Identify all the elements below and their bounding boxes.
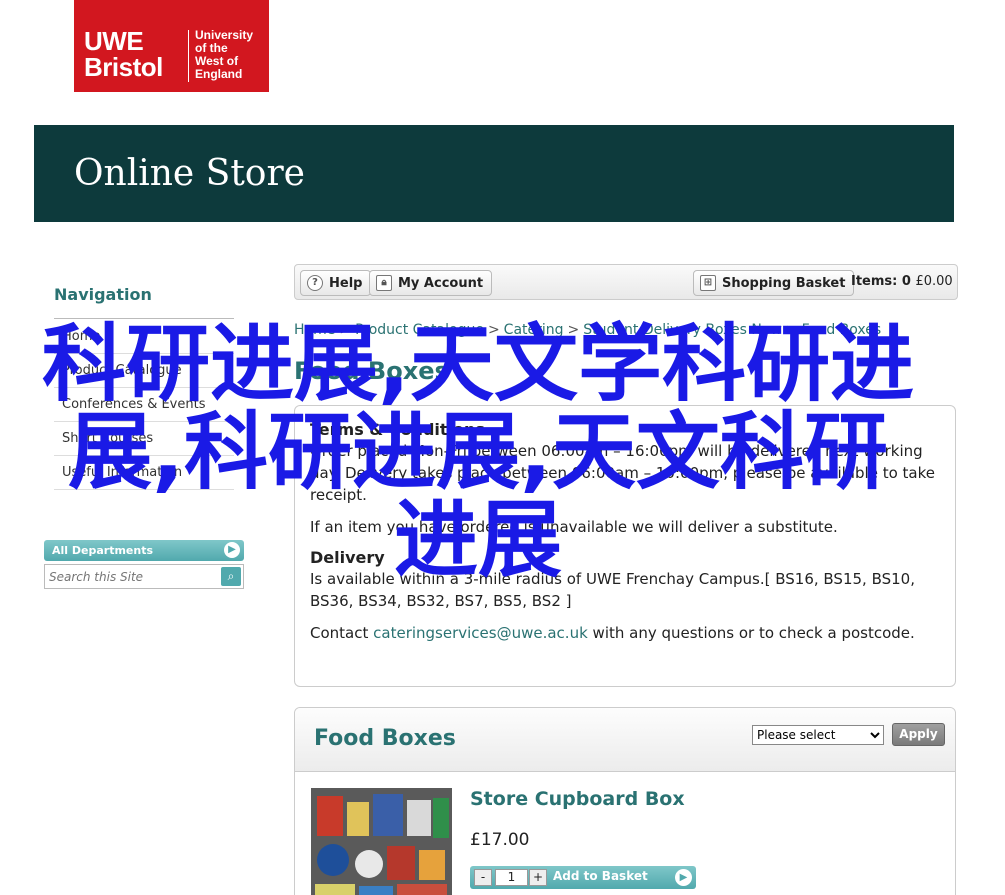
breadcrumb: Home > Product Catalogue > Catering > Student … (294, 322, 882, 338)
search-icon[interactable]: ⌕ (221, 567, 241, 586)
account-label: My Account (398, 275, 484, 291)
terms-text: Order placed Mon-Fri between 06:00am – 1… (310, 442, 935, 504)
chevron-right-icon: › (225, 432, 230, 445)
nav-divider (54, 318, 234, 319)
food-boxes-header: Food Boxes Please select Apply (295, 708, 955, 772)
help-button[interactable]: ? Help (300, 270, 372, 296)
quantity-input[interactable]: 1 (495, 869, 528, 886)
nav-item-product-catalogue[interactable]: Product Catalogue (54, 354, 234, 388)
breadcrumb-student-delivery[interactable]: Student Delivery Boxes New (583, 322, 782, 338)
product-photo (311, 788, 452, 895)
items-amount: £0.00 (915, 274, 953, 289)
departments-label: All Departments (52, 544, 154, 557)
arrow-right-icon: ▶ (224, 542, 240, 558)
decrease-quantity-button[interactable]: - (474, 869, 492, 886)
logo-wordmark: UWE Bristol (84, 26, 163, 82)
nav-item-label: Short Courses (62, 431, 154, 446)
nav-item-label: Conferences & Events (62, 397, 206, 412)
arrow-right-icon: ▶ (675, 869, 692, 886)
apply-button[interactable]: Apply (892, 723, 945, 746)
product-price: £17.00 (470, 830, 530, 850)
delivery-heading: Delivery (310, 548, 385, 567)
nav-item-short-courses[interactable]: Short Courses › (54, 422, 234, 456)
question-icon: ? (307, 275, 323, 291)
increase-quantity-button[interactable]: + (529, 869, 547, 886)
store-banner: Online Store (34, 125, 954, 222)
items-count: 0 (901, 274, 911, 289)
substitute-text: If an item you have ordered is unavailab… (310, 518, 838, 536)
add-to-basket-button[interactable]: Add to Basket (553, 869, 648, 883)
nav-item-conferences[interactable]: Conferences & Events (54, 388, 234, 422)
sort-select[interactable]: Please select (752, 725, 884, 745)
product-name[interactable]: Store Cupboard Box (470, 788, 685, 810)
store-toolbar: ? Help 🔒︎ My Account ⊞ Shopping Basket I… (294, 264, 958, 300)
delivery-text: Is available within a 3-mile radius of U… (310, 570, 915, 610)
items-label: Items: (851, 274, 898, 289)
contact-email-link[interactable]: cateringservices@uwe.ac.uk (373, 624, 588, 642)
breadcrumb-catering[interactable]: Catering (504, 322, 564, 338)
nav-item-label: Home (62, 329, 101, 344)
info-panel: Terms & Conditions Order placed Mon-Fri … (294, 405, 956, 687)
food-boxes-title: Food Boxes (314, 726, 456, 751)
help-label: Help (329, 275, 363, 291)
add-to-basket-row: - 1 + Add to Basket ▶ (470, 866, 696, 889)
nav-item-label: Product Catalogue (62, 363, 182, 378)
nav-item-label: Useful Information (62, 465, 183, 480)
lock-icon: 🔒︎ (376, 275, 392, 291)
terms-heading: Terms & Conditions (310, 420, 485, 439)
all-departments-dropdown[interactable]: All Departments ▶ (44, 540, 244, 561)
contact-text: Contact cateringservices@uwe.ac.uk with … (310, 624, 915, 642)
nav-item-home[interactable]: Home (54, 320, 234, 354)
page-title: Food Boxes (294, 357, 449, 385)
basket-label: Shopping Basket (722, 275, 846, 291)
nav-item-useful-information[interactable]: Useful Information (54, 456, 234, 490)
product-image[interactable] (311, 788, 452, 895)
my-account-button[interactable]: 🔒︎ My Account (369, 270, 493, 296)
store-title: Online Store (74, 153, 305, 194)
breadcrumb-food-boxes[interactable]: Food Boxes (802, 322, 882, 338)
nav-heading: Navigation (54, 285, 152, 304)
breadcrumb-product-catalogue[interactable]: Product Catalogue (355, 322, 484, 338)
site-search: ⌕ (44, 564, 244, 589)
search-input[interactable] (49, 567, 219, 586)
shopping-basket-button[interactable]: ⊞ Shopping Basket (693, 270, 855, 296)
logo-divider (188, 30, 189, 82)
basket-summary: Items: 0 £0.00 (851, 274, 953, 289)
food-boxes-panel: Food Boxes Please select Apply Store Cup… (294, 707, 956, 895)
logo-subtitle: University of the West of England (195, 28, 254, 81)
uwe-logo[interactable]: UWE Bristol University of the West of En… (74, 0, 269, 92)
breadcrumb-home[interactable]: Home (294, 322, 335, 338)
nav-list: Home Product Catalogue Conferences & Eve… (54, 320, 234, 490)
cart-icon: ⊞ (700, 275, 716, 291)
